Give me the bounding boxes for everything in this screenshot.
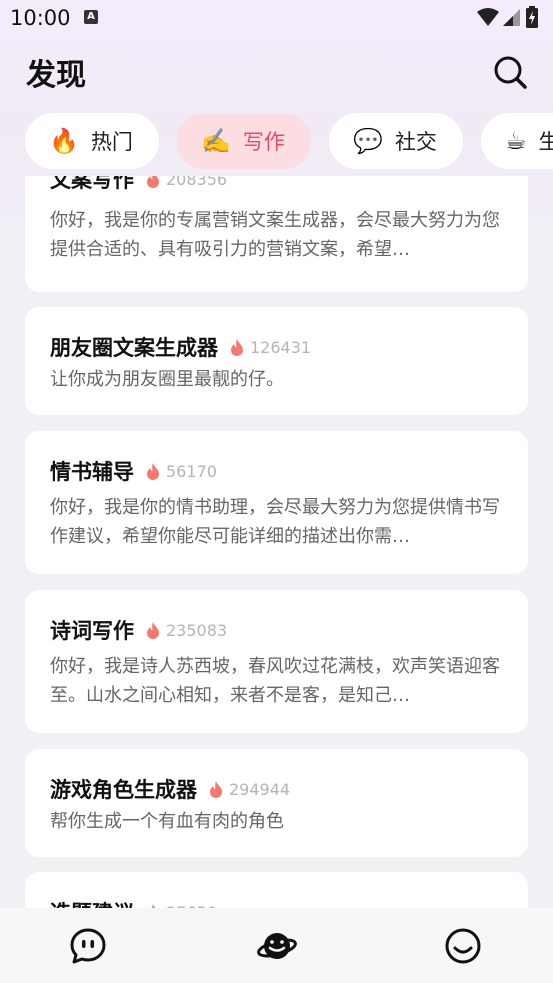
nav-discover-button[interactable] (256, 926, 297, 966)
flame-icon (147, 621, 159, 639)
battery-charging-icon (526, 6, 538, 28)
status-icons (477, 6, 539, 28)
flame-icon (231, 338, 243, 356)
status-bar: 10:00 A (0, 0, 553, 38)
writing-hand-icon: ✍️ (201, 127, 231, 155)
category-tabs: 🔥 热门 ✍️ 写作 💬 社交 ☕ 生 (0, 113, 553, 169)
card-title: 朋友圈文案生成器 (50, 336, 218, 360)
card-title: 游戏角色生成器 (50, 778, 197, 802)
status-time: 10:00 (10, 6, 71, 30)
popularity-count: 208356 (166, 176, 228, 189)
page-title: 发现 (26, 58, 86, 93)
coffee-icon: ☕ (505, 127, 527, 155)
planet-icon (257, 933, 297, 959)
wifi-icon (477, 8, 499, 26)
tab-label: 热门 (90, 130, 133, 154)
card-title-row: 游戏角色生成器 294944 (50, 774, 290, 804)
tab-label: 写作 (242, 130, 285, 154)
tab-life[interactable]: ☕ 生 (481, 113, 553, 169)
cell-signal-icon (503, 9, 520, 26)
card-title-row: 诗词写作 235083 (50, 615, 227, 645)
tab-writing[interactable]: ✍️ 写作 (177, 113, 311, 169)
nav-chat-button[interactable] (68, 926, 108, 966)
flame-icon (147, 462, 159, 480)
smiley-icon (445, 928, 481, 964)
search-icon (494, 56, 527, 89)
nav-profile-button[interactable] (443, 926, 483, 966)
list-item[interactable]: 朋友圈文案生成器 126431 让你成为朋友圈里最靓的仔。 (25, 307, 528, 415)
popularity-count: 126431 (250, 337, 312, 357)
speech-bubble-icon: 💬 (353, 127, 383, 155)
popularity-count: 294944 (229, 779, 291, 799)
list-item[interactable]: 诗词写作 235083 你好，我是诗人苏西坡，春风吹过花满枝，欢声笑语迎客至。山… (25, 590, 528, 733)
list-item[interactable]: 选题建议 37650 (25, 872, 528, 908)
card-title: 文案写作 (50, 176, 134, 192)
fire-icon: 🔥 (49, 127, 79, 155)
card-description: 你好，我是你的专属营销文案生成器，会尽最大努力为您提供合适的、具有吸引力的营销文… (50, 210, 500, 260)
card-title-row: 文案写作 208356 (50, 176, 227, 194)
list-item[interactable]: 文案写作 208356 你好，我是你的专属营销文案生成器，会尽最大努力为您提供合… (25, 176, 528, 292)
list-item[interactable]: 情书辅导 56170 你好，我是你的情书助理，会尽最大努力为您提供情书写作建议，… (25, 431, 528, 574)
card-title: 诗词写作 (50, 619, 134, 643)
card-title-row: 朋友圈文案生成器 126431 (50, 332, 311, 362)
popularity-count: 56170 (166, 461, 217, 481)
tab-hot[interactable]: 🔥 热门 (25, 113, 159, 169)
flame-icon (147, 176, 159, 188)
card-title: 选题建议 (50, 897, 134, 908)
card-title: 情书辅导 (50, 460, 134, 484)
card-description: 你好，我是诗人苏西坡，春风吹过花满枝，欢声笑语迎客至。山水之间心相知，来者不是客… (50, 656, 500, 706)
flame-icon (210, 780, 222, 798)
chat-bubble-icon (70, 928, 106, 964)
bottom-nav (0, 908, 553, 983)
card-description: 帮你生成一个有血有肉的角色 (50, 811, 284, 832)
popularity-count: 235083 (166, 620, 228, 640)
card-description: 你好，我是你的情书助理，会尽最大努力为您提供情书写作建议，希望你能尽可能详细的描… (50, 497, 500, 547)
tab-label: 生 (538, 130, 553, 154)
card-title-row: 情书辅导 56170 (50, 456, 217, 486)
tab-label: 社交 (394, 130, 437, 154)
notification-a-icon: A (84, 10, 98, 24)
tab-social[interactable]: 💬 社交 (329, 113, 463, 169)
list-item[interactable]: 游戏角色生成器 294944 帮你生成一个有血有肉的角色 (25, 749, 528, 857)
assistant-list: 文案写作 208356 你好，我是你的专属营销文案生成器，会尽最大努力为您提供合… (0, 176, 553, 908)
card-title-row: 选题建议 37650 (50, 897, 217, 908)
card-description: 让你成为朋友圈里最靓的仔。 (50, 369, 284, 390)
search-button[interactable] (490, 52, 530, 92)
